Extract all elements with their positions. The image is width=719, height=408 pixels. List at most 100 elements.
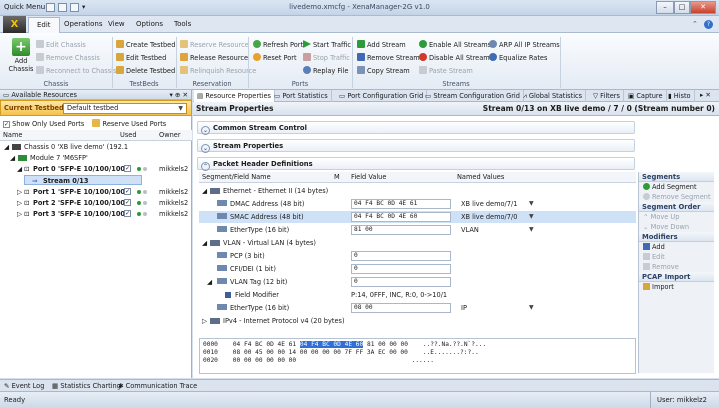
testbed-select[interactable]: Default testbed ▼ <box>63 103 187 114</box>
grid-row[interactable]: ▷ IPv4 - Internet Protocol v4 (20 bytes) <box>199 315 636 327</box>
expand-icon[interactable]: ◢ <box>202 185 207 197</box>
collapsed-icon[interactable]: ▷ <box>17 198 22 208</box>
chevron-down-icon[interactable]: ▼ <box>529 302 534 314</box>
field-value-input[interactable]: 0 <box>351 251 451 261</box>
expand-icon[interactable]: ◢ <box>10 153 15 163</box>
add-chassis-button[interactable]: + Add Chassis <box>8 38 34 73</box>
named-value[interactable]: XB live demo/7/1 <box>461 198 517 210</box>
tree-stream[interactable]: ⇒ Stream 0/13 <box>24 175 142 185</box>
tab-filters[interactable]: ▽ Filters <box>590 90 624 102</box>
tab-capture[interactable]: ▣ Capture <box>625 90 667 102</box>
reset-port-button[interactable]: Reset Port <box>253 53 297 63</box>
close-button[interactable]: ✕ <box>690 1 716 14</box>
used-checkbox[interactable]: ✓ <box>124 210 131 217</box>
move-up-button[interactable]: ⌃ Move Up <box>639 212 714 222</box>
tree-module[interactable]: ◢ Module 7 'M6SFP' <box>0 153 192 163</box>
expand-icon[interactable]: ◢ <box>17 164 22 174</box>
grid-row[interactable]: ◢ VLAN - Virtual LAN (4 bytes) <box>199 237 636 249</box>
collapsed-icon[interactable]: ▷ <box>17 209 22 219</box>
col-owner[interactable]: Owner <box>159 130 181 141</box>
col-named-values[interactable]: Named Values <box>457 172 504 183</box>
field-value-input[interactable]: 08 00 <box>351 303 451 313</box>
field-value-input[interactable]: 04 F4 BC 0D 4E 60 <box>351 212 451 222</box>
field-value-input[interactable]: 81 00 <box>351 225 451 235</box>
grid-row[interactable]: PCP (3 bit) 0 <box>199 250 636 262</box>
tree-port-2[interactable]: ▷ ⊡ Port 2 'SFP-E 10/100/100 ✓ mikkels2 <box>0 198 192 208</box>
copy-stream-button[interactable]: Copy Stream <box>357 66 410 76</box>
section-packet-header[interactable]: ⌃ Packet Header Definitions <box>197 157 635 171</box>
grid-row[interactable]: DMAC Address (48 bit) 04 F4 BC 0D 4E 61 … <box>199 198 636 210</box>
tab-histo[interactable]: ▮ Histo <box>665 90 695 102</box>
tab-scroll-close[interactable]: ▸ ✕ <box>700 91 711 99</box>
ribbon-collapse-icon[interactable]: ⌃ <box>692 20 698 28</box>
show-used-checkbox[interactable]: ✓ <box>3 121 10 128</box>
remove-modifier-button[interactable]: Remove <box>639 262 714 272</box>
edit-modifier-button[interactable]: Edit <box>639 252 714 262</box>
section-common-stream-control[interactable]: ⌄ Common Stream Control <box>197 121 635 135</box>
tab-edit[interactable]: Edit <box>28 17 60 33</box>
maximize-button[interactable]: □ <box>674 1 690 14</box>
remove-chassis-button[interactable]: Remove Chassis <box>36 53 100 63</box>
grid-row[interactable]: EtherType (16 bit) 08 00 IP ▼ <box>199 302 636 314</box>
tab-port-config-grid[interactable]: ▭ Port Configuration Grid <box>336 90 428 102</box>
enable-all-streams-button[interactable]: Enable All Streams <box>419 40 491 50</box>
chevron-down-icon[interactable]: ▼ <box>529 211 534 223</box>
paste-stream-button[interactable]: Paste Stream <box>419 66 473 76</box>
named-value[interactable]: XB live demo/7/0 <box>461 211 517 223</box>
move-down-button[interactable]: ⌄ Move Down <box>639 222 714 232</box>
tree-chassis[interactable]: ◢ Chassis 0 'XB live demo' (192.1 <box>0 142 192 152</box>
field-value-input[interactable]: 0 <box>351 264 451 274</box>
disable-all-streams-button[interactable]: Disable All Streams <box>419 53 493 63</box>
tree-port-0[interactable]: ◢ ⊡ Port 0 'SFP-E 10/100/100 ✓ mikkels2 <box>0 164 192 174</box>
tree-port-3[interactable]: ▷ ⊡ Port 3 'SFP-E 10/100/100 ✓ mikkels2 <box>0 209 192 219</box>
create-testbed-button[interactable]: Create Testbed <box>116 40 175 50</box>
tab-tools[interactable]: Tools <box>166 17 199 33</box>
edit-chassis-button[interactable]: Edit Chassis <box>36 40 86 50</box>
hex-view[interactable]: 0000 04 F4 BC 0D 4E 61 04 F4 BC 0D 4E 60… <box>199 338 636 374</box>
used-checkbox[interactable]: ✓ <box>124 188 131 195</box>
field-value-input[interactable]: 04 F4 BC 0D 4E 61 <box>351 199 451 209</box>
tab-resource-properties[interactable]: ▤ Resource Properties <box>194 90 275 102</box>
import-button[interactable]: Import <box>639 282 714 292</box>
col-m[interactable]: M <box>334 172 340 183</box>
used-checkbox[interactable]: ✓ <box>124 165 131 172</box>
delete-testbed-button[interactable]: Delete Testbed <box>116 66 175 76</box>
refresh-port-button[interactable]: Refresh Port <box>253 40 303 50</box>
edit-testbed-button[interactable]: Edit Testbed <box>116 53 166 63</box>
tab-options[interactable]: Options <box>128 17 171 33</box>
used-checkbox[interactable]: ✓ <box>124 199 131 206</box>
col-field-value[interactable]: Field Value <box>351 172 386 183</box>
minimize-button[interactable]: – <box>656 1 674 14</box>
help-icon[interactable]: ? <box>704 20 713 29</box>
expand-icon[interactable]: ◢ <box>4 142 9 152</box>
replay-file-button[interactable]: Replay File <box>303 66 348 76</box>
named-value[interactable]: VLAN <box>461 224 479 236</box>
chevron-down-icon[interactable]: ▼ <box>529 198 534 210</box>
grid-row[interactable]: Field Modifier P:14, 0FFF, INC, R:0, 0->… <box>199 289 636 301</box>
relinquish-resource-button[interactable]: Relinquish Resource <box>180 66 256 76</box>
add-modifier-button[interactable]: Add <box>639 242 714 252</box>
collapsed-icon[interactable]: ▷ <box>202 315 207 327</box>
expand-icon[interactable]: ◢ <box>207 276 212 288</box>
remove-stream-button[interactable]: Remove Stream <box>357 53 420 63</box>
reserve-resource-button[interactable]: Reserve Resource <box>180 40 249 50</box>
add-stream-button[interactable]: Add Stream <box>357 40 406 50</box>
pane-controls[interactable]: ▾ ⊕ ✕ <box>169 90 191 100</box>
field-value-input[interactable]: 0 <box>351 277 451 287</box>
chevron-down-icon[interactable]: ▼ <box>529 224 534 236</box>
section-stream-properties[interactable]: ⌄ Stream Properties <box>197 139 635 153</box>
grid-row[interactable]: ◢ Ethernet - Ethernet II (14 bytes) <box>199 185 636 197</box>
named-value[interactable]: IP <box>461 302 467 314</box>
grid-row[interactable]: EtherType (16 bit) 81 00 VLAN ▼ <box>199 224 636 236</box>
tree-port-1[interactable]: ▷ ⊡ Port 1 'SFP-E 10/100/100 ✓ mikkels2 <box>0 187 192 197</box>
add-segment-button[interactable]: Add Segment <box>639 182 714 192</box>
stop-traffic-button[interactable]: Stop Traffic <box>303 53 350 63</box>
col-name[interactable]: Name <box>3 130 22 141</box>
tab-global-statistics[interactable]: ⩘ Global Statistics <box>520 90 587 102</box>
tab-port-statistics[interactable]: ▭ Port Statistics <box>271 90 332 102</box>
col-field-name[interactable]: Segment/Field Name <box>202 172 271 183</box>
equalize-rates-button[interactable]: Equalize Rates <box>489 53 547 63</box>
reserve-used-button[interactable]: Reserve Used Ports <box>103 120 167 128</box>
start-traffic-button[interactable]: Start Traffic <box>303 40 351 50</box>
arp-all-button[interactable]: ARP All IP Streams <box>489 40 560 50</box>
